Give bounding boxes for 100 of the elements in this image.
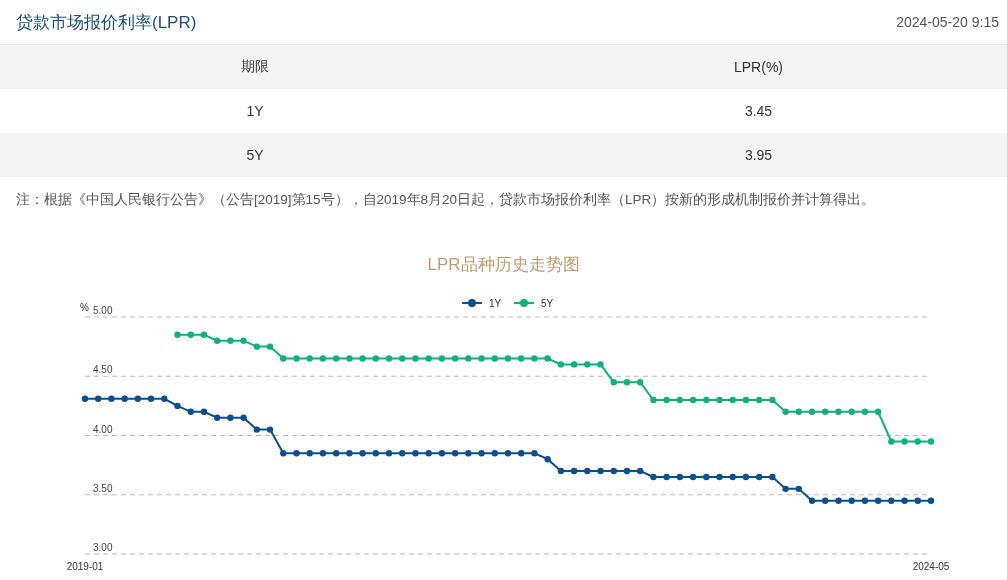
data-point (293, 450, 300, 457)
data-point (214, 414, 221, 421)
data-point (214, 337, 221, 344)
data-point (412, 450, 419, 457)
data-point (584, 361, 591, 368)
data-point (544, 456, 551, 463)
data-point (676, 396, 684, 404)
table-cell: 3.45 (744, 103, 773, 119)
data-point (861, 408, 869, 415)
data-point (663, 396, 670, 404)
data-point (266, 343, 274, 350)
data-point (319, 450, 327, 457)
data-point (822, 497, 829, 504)
data-point (121, 395, 128, 402)
data-point (927, 497, 935, 504)
data-point (637, 379, 644, 386)
data-point (95, 395, 102, 402)
data-point (187, 331, 194, 338)
data-point (531, 450, 538, 457)
data-point (81, 395, 89, 402)
data-point (200, 408, 208, 415)
data-point (703, 396, 710, 404)
data-point (848, 497, 855, 504)
data-point (848, 408, 855, 415)
data-point (782, 408, 789, 415)
data-point (570, 361, 578, 368)
data-point (650, 396, 657, 404)
data-point (888, 497, 895, 504)
data-point (570, 467, 578, 475)
data-point (795, 408, 802, 415)
table-cell: 3.95 (744, 147, 773, 163)
data-point (280, 355, 287, 362)
data-point (451, 450, 459, 457)
data-point (637, 467, 644, 475)
data-point (504, 450, 512, 457)
data-point (557, 467, 565, 475)
data-point (399, 450, 406, 457)
data-point (319, 355, 327, 362)
data-point (465, 355, 472, 362)
data-point (795, 485, 802, 493)
data-point (769, 396, 776, 404)
data-point (227, 414, 234, 421)
data-point (676, 473, 684, 481)
data-point (280, 450, 287, 457)
legend-label: 1Y (489, 298, 502, 309)
data-point (438, 355, 446, 362)
data-point (689, 473, 697, 481)
data-point (623, 379, 631, 386)
data-point (306, 450, 313, 457)
data-point (901, 497, 908, 504)
data-point (147, 395, 155, 402)
data-point (755, 396, 763, 404)
y-tick-label: 5.00 (93, 305, 113, 316)
data-point (518, 355, 525, 362)
data-point (716, 396, 723, 404)
legend-item[interactable]: 5Y (513, 298, 554, 309)
data-point (174, 331, 181, 338)
update-time: 2024-05-20 9:15 (896, 14, 999, 30)
data-point (174, 402, 181, 410)
data-point (729, 473, 736, 481)
data-point (187, 408, 194, 415)
data-point (742, 473, 750, 481)
data-point (518, 450, 525, 457)
data-point (531, 355, 538, 362)
data-point (359, 450, 366, 457)
data-point (901, 438, 908, 445)
data-point (914, 438, 921, 445)
data-point (451, 355, 459, 362)
data-point (425, 450, 432, 457)
x-tick-label: 2019-01 (66, 561, 104, 572)
data-point (835, 408, 842, 415)
data-point (372, 450, 379, 457)
data-point (874, 408, 882, 415)
data-point (412, 355, 419, 362)
data-point (306, 355, 313, 362)
data-point (491, 450, 498, 457)
data-point (610, 467, 617, 475)
data-point (227, 337, 234, 344)
data-point (716, 473, 723, 481)
data-point (914, 497, 921, 504)
data-point (597, 361, 604, 368)
data-point (346, 450, 353, 457)
data-point (478, 450, 485, 457)
chart-title: LPR品种历史走势图 (427, 254, 580, 276)
page-title: 贷款市场报价利率(LPR) (16, 11, 197, 34)
y-tick-label: 4.50 (93, 364, 113, 376)
data-point (888, 438, 895, 445)
axis-unit: % (80, 302, 89, 313)
legend-label: 5Y (541, 298, 554, 309)
data-point (755, 473, 763, 481)
data-point (729, 396, 736, 404)
data-point (808, 497, 816, 504)
data-point (782, 485, 789, 493)
data-point (504, 355, 512, 362)
y-tick-label: 3.00 (93, 542, 113, 553)
data-point (584, 467, 591, 475)
data-point (240, 337, 247, 344)
legend-item[interactable]: 1Y (461, 298, 502, 309)
data-point (927, 438, 935, 445)
data-point (478, 355, 485, 362)
